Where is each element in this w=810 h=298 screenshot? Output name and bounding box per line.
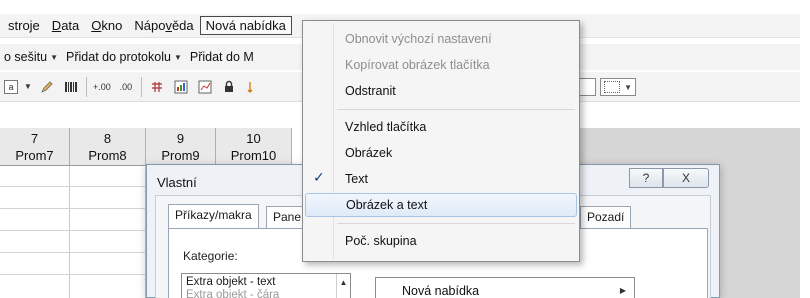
column-header[interactable]: 8 Prom8 — [70, 128, 146, 166]
pencil-icon[interactable] — [38, 78, 56, 96]
column-header[interactable]: 9 Prom9 — [146, 128, 216, 166]
dialog-window-buttons: ? X — [629, 168, 709, 188]
column-name: Prom8 — [88, 148, 127, 163]
column-number: 8 — [103, 131, 112, 146]
menu-separator — [337, 109, 575, 110]
toolbar-right-controls: ▼ — [576, 78, 636, 96]
toolbar-separator — [140, 76, 142, 97]
tab-commands[interactable]: Příkazy/makra — [168, 204, 259, 228]
chart-icon[interactable] — [172, 78, 190, 96]
dropdown-caret-icon: ▼ — [173, 52, 182, 62]
lock-icon[interactable] — [220, 78, 238, 96]
increase-decimal-icon[interactable]: +.00 — [93, 78, 111, 96]
menu-item-tools[interactable]: stroje — [2, 16, 46, 35]
toolbar-separator — [85, 76, 87, 97]
menu-item-data[interactable]: Data — [46, 16, 85, 35]
toolbar-add-to-log-button[interactable]: Přidat do protokolu ▼ — [62, 50, 186, 64]
dropdown-caret-icon[interactable]: ▼ — [24, 82, 32, 91]
menu-item-new-menu[interactable]: Nová nabídka — [199, 16, 292, 35]
dialog-title: Vlastní — [157, 175, 197, 190]
category-label: Kategorie: — [183, 249, 238, 263]
menu-item-help[interactable]: Nápověda — [128, 16, 199, 35]
list-item[interactable]: Extra objekt - text — [186, 276, 346, 289]
menu-item-copy-button-image[interactable]: Kopírovat obrázek tlačítka — [305, 53, 577, 77]
menu-item-reset[interactable]: Obnovit výchozí nastavení — [305, 27, 577, 51]
context-menu: Obnovit výchozí nastavení Kopírovat obrá… — [302, 20, 580, 262]
menu-item-text[interactable]: Text — [305, 167, 577, 191]
menu-item-begin-group[interactable]: Poč. skupina — [305, 229, 577, 253]
sort-icon[interactable] — [244, 78, 262, 96]
commands-list[interactable]: Nová nabídka ▶ — [375, 277, 635, 298]
chart2-icon[interactable] — [196, 78, 214, 96]
list-item[interactable]: Extra objekt - čára — [186, 289, 346, 298]
column-header[interactable]: 7 Prom7 — [0, 128, 70, 166]
column-number: 10 — [246, 131, 261, 146]
tab-background[interactable]: Pozadí — [580, 206, 632, 228]
pattern-dropdown[interactable]: ▼ — [600, 78, 636, 96]
menu-item-image[interactable]: Obrázek — [305, 141, 577, 165]
menu-item-window[interactable]: Okno — [85, 16, 128, 35]
menu-item-button-appearance[interactable]: Vzhled tlačítka — [305, 115, 577, 139]
close-button[interactable]: X — [663, 168, 709, 188]
menu-item-delete[interactable]: Odstranit — [305, 79, 577, 103]
field-icon[interactable]: a — [4, 79, 18, 94]
toolbar-add-to-m-button[interactable]: Přidat do M — [186, 50, 258, 64]
table-icon[interactable] — [148, 78, 166, 96]
column-number: 9 — [176, 131, 185, 146]
help-button[interactable]: ? — [629, 168, 663, 188]
menu-separator — [337, 223, 575, 224]
menu-item-image-and-text[interactable]: Obrázek a text — [305, 193, 577, 217]
scrollbar-up-icon[interactable]: ▲ — [336, 274, 350, 298]
dropdown-caret-icon: ▼ — [50, 52, 59, 62]
column-number: 7 — [30, 131, 39, 146]
column-name: Prom7 — [15, 148, 54, 163]
pattern-swatch-icon — [604, 81, 621, 93]
submenu-arrow-icon: ▶ — [619, 286, 626, 295]
screenshot-stage: stroje Data Okno Nápověda Nová nabídka o… — [0, 0, 810, 298]
decrease-decimal-icon[interactable]: .00 — [117, 78, 135, 96]
column-name: Prom9 — [161, 148, 200, 163]
command-item-new-menu[interactable]: Nová nabídka — [402, 284, 479, 298]
column-name: Prom10 — [230, 148, 277, 163]
category-list[interactable]: Extra objekt - text Extra objekt - čára … — [181, 273, 351, 298]
column-header[interactable]: 10 Prom10 — [216, 128, 292, 166]
toolbar-workbook-button[interactable]: o sešitu ▼ — [0, 50, 62, 64]
barcode-icon[interactable] — [62, 78, 80, 96]
